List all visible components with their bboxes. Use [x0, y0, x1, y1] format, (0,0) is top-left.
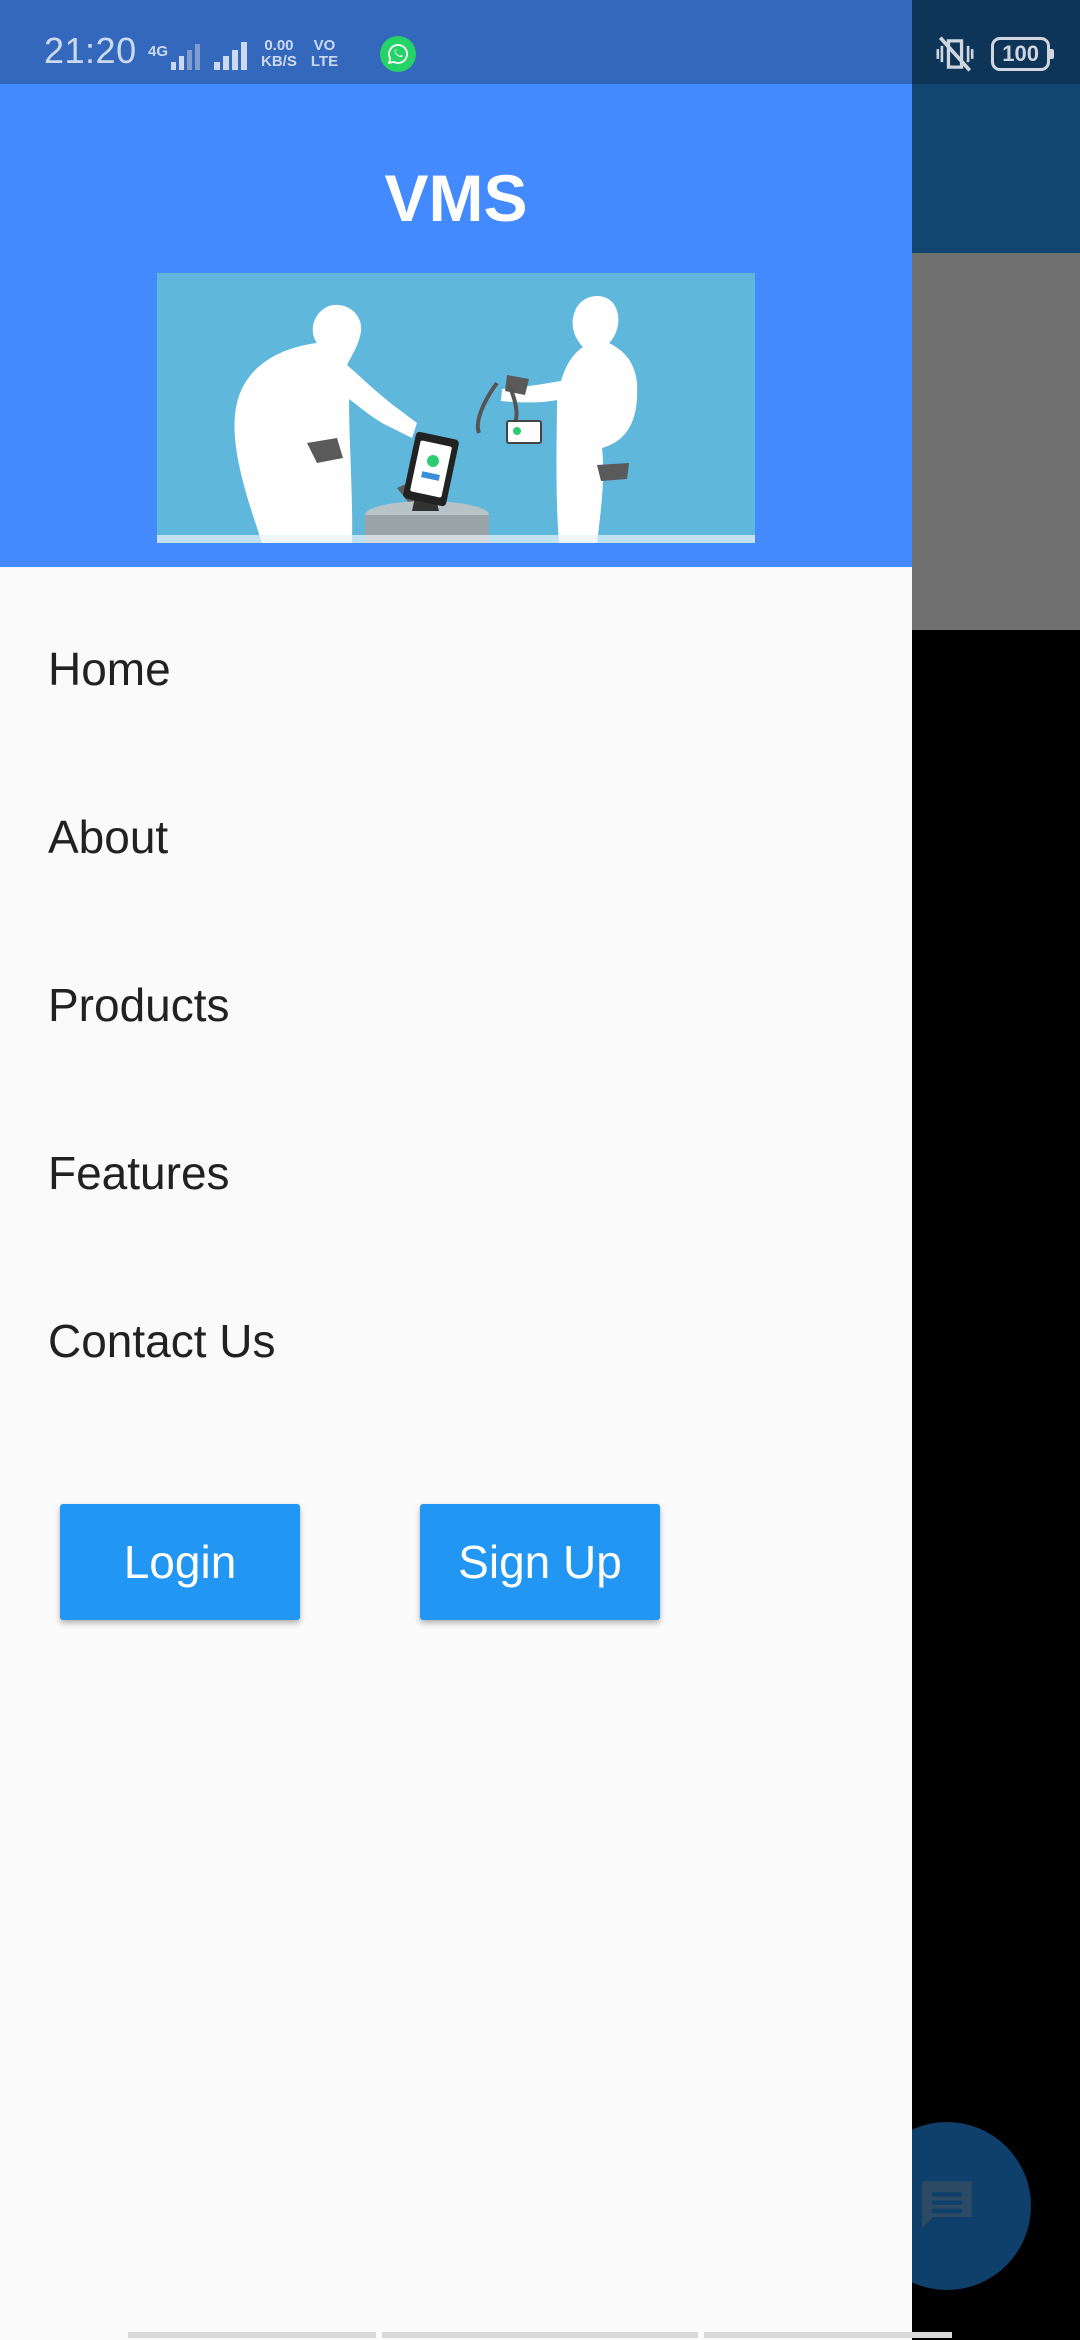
- drawer-menu: Home About Products Features Contact Us: [0, 585, 912, 1425]
- signal-strength-icon: [214, 42, 248, 70]
- signal-4g-icon: 4G: [148, 43, 201, 70]
- volte-icon: VO LTE: [310, 37, 339, 70]
- network-speed: 0.00 KB/S: [261, 37, 297, 70]
- nav-item-features[interactable]: Features: [0, 1089, 912, 1257]
- hero-illustration: [157, 273, 755, 543]
- nav-item-contact-us[interactable]: Contact Us: [0, 1257, 912, 1425]
- battery-indicator: 100: [991, 37, 1054, 71]
- network-type-label: 4G: [148, 43, 169, 60]
- chat-icon: [922, 2181, 972, 2228]
- drawer-title: VMS: [384, 161, 528, 235]
- whatsapp-icon: [380, 36, 416, 72]
- navigation-drawer: VMS Home About Products Features Contact…: [0, 0, 912, 2340]
- system-navigation-bar: [0, 2330, 1080, 2340]
- status-icons: 4G 0.00 KB/S VO LTE: [148, 26, 338, 70]
- visitor-checkin-illustration: [157, 296, 755, 543]
- login-button[interactable]: Login: [60, 1504, 300, 1620]
- drawer-header: VMS: [0, 84, 912, 567]
- nav-item-about[interactable]: About: [0, 753, 912, 921]
- status-right-icons: 100: [935, 36, 1054, 72]
- nav-item-products[interactable]: Products: [0, 921, 912, 1089]
- status-bar: 21:20 4G 0.00 KB/S VO LTE 100: [0, 0, 1080, 84]
- status-time: 21:20: [44, 30, 137, 71]
- vibrate-mute-icon: [936, 36, 974, 72]
- nav-item-home[interactable]: Home: [0, 585, 912, 753]
- sign-up-button[interactable]: Sign Up: [420, 1504, 660, 1620]
